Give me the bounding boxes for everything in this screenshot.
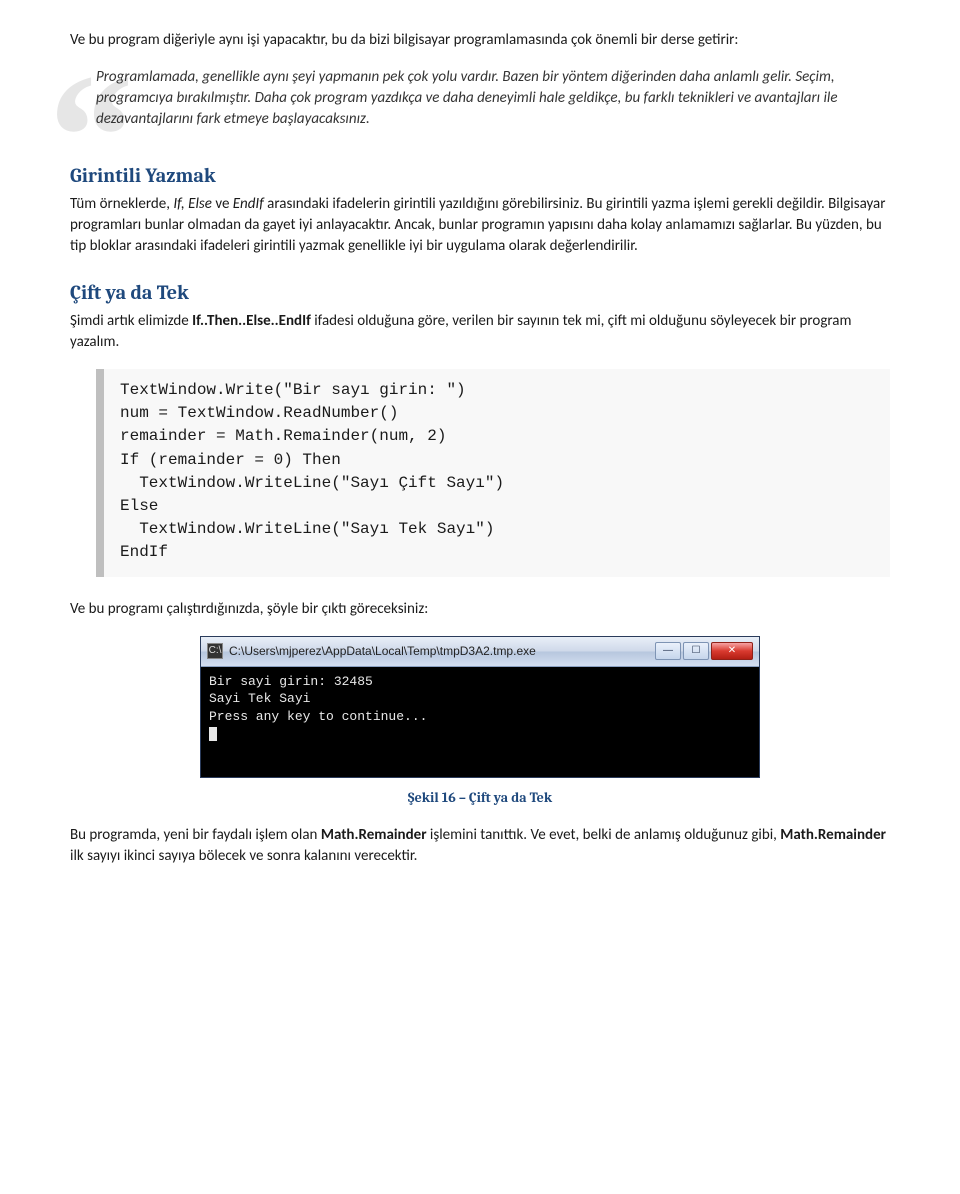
console-line1: Bir sayi girin: 32485 bbox=[209, 674, 373, 689]
close-button[interactable]: ✕ bbox=[711, 642, 753, 660]
code-l6: Else bbox=[120, 497, 158, 515]
console-line2: Sayi Tek Sayi bbox=[209, 691, 310, 706]
heading-girintili: Girintili Yazmak bbox=[70, 162, 890, 190]
code-l8: EndIf bbox=[120, 543, 168, 561]
s1-mid: ve bbox=[212, 195, 233, 213]
closing-paragraph: Bu programda, yeni bir faydalı işlem ola… bbox=[70, 825, 890, 867]
after-code-text: Ve bu programı çalıştırdığınızda, şöyle … bbox=[70, 599, 890, 620]
s1-em1: If, Else bbox=[173, 195, 212, 213]
intro-paragraph: Ve bu program diğeriyle aynı işi yapacak… bbox=[70, 30, 890, 51]
maximize-button[interactable]: ☐ bbox=[683, 642, 709, 660]
code-l5: TextWindow.WriteLine("Sayı Çift Sayı") bbox=[120, 474, 504, 492]
closing-strong2: Math.Remainder bbox=[780, 826, 886, 844]
code-l3: remainder = Math.Remainder(num, 2) bbox=[120, 427, 446, 445]
quote-text: Programlamada, genellikle aynı şeyi yapm… bbox=[96, 67, 890, 130]
console-line3: Press any key to continue... bbox=[209, 709, 427, 724]
closing-mid: işlemini tanıttık. Ve evet, belki de anl… bbox=[427, 826, 781, 844]
minimize-button[interactable]: — bbox=[655, 642, 681, 660]
console-titlebar: C:\ C:\Users\mjperez\AppData\Local\Temp\… bbox=[201, 637, 759, 667]
intro-text: Ve bu program diğeriyle aynı işi yapacak… bbox=[70, 31, 738, 49]
closing-post: ilk sayıyı ikinci sayıya bölecek ve sonr… bbox=[70, 847, 417, 865]
cursor-icon bbox=[209, 727, 217, 741]
s1-em2: EndIf bbox=[233, 195, 264, 213]
console-window: C:\ C:\Users\mjperez\AppData\Local\Temp\… bbox=[200, 636, 760, 778]
figure-caption: Şekil 16 – Çift ya da Tek bbox=[70, 788, 890, 808]
section2-body: Şimdi artık elimizde If..Then..Else..End… bbox=[70, 311, 890, 353]
console-body: Bir sayi girin: 32485 Sayi Tek Sayi Pres… bbox=[201, 667, 759, 777]
console-icon: C:\ bbox=[207, 643, 223, 659]
section1-body: Tüm örneklerde, If, Else ve EndIf arasın… bbox=[70, 194, 890, 257]
closing-pre: Bu programda, yeni bir faydalı işlem ola… bbox=[70, 826, 321, 844]
code-l1: TextWindow.Write("Bir sayı girin: ") bbox=[120, 381, 466, 399]
closing-strong1: Math.Remainder bbox=[321, 826, 427, 844]
s2-strong: If..Then..Else..EndIf bbox=[192, 312, 311, 330]
s1-pre: Tüm örneklerde, bbox=[70, 195, 173, 213]
code-l4: If (remainder = 0) Then bbox=[120, 451, 341, 469]
heading-cift-tek: Çift ya da Tek bbox=[70, 279, 890, 307]
code-block: TextWindow.Write("Bir sayı girin: ") num… bbox=[96, 369, 890, 577]
s2-pre: Şimdi artık elimizde bbox=[70, 312, 192, 330]
window-buttons: — ☐ ✕ bbox=[655, 642, 753, 660]
code-l7: TextWindow.WriteLine("Sayı Tek Sayı") bbox=[120, 520, 494, 538]
quote-block: “ Programlamada, genellikle aynı şeyi ya… bbox=[70, 67, 890, 130]
code-l2: num = TextWindow.ReadNumber() bbox=[120, 404, 398, 422]
console-title-text: C:\Users\mjperez\AppData\Local\Temp\tmpD… bbox=[229, 643, 655, 660]
